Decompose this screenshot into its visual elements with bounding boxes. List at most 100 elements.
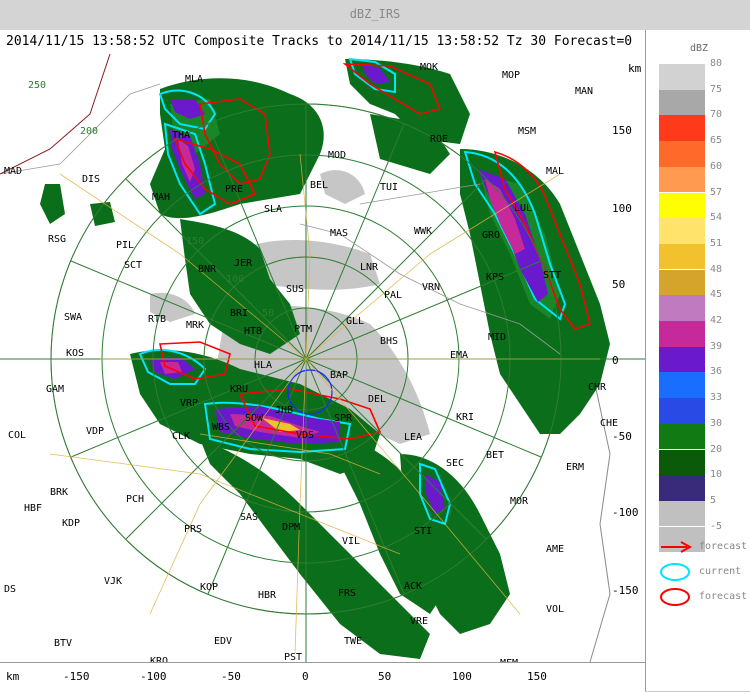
legend-bin-label: 33 <box>710 392 723 404</box>
legend-swatch <box>659 449 705 475</box>
radar-map[interactable]: MLA MOK MOP MAN THA ROE MSM MAD DIS MOD TUI BEL MAL S… <box>0 54 645 662</box>
legend-swatch <box>659 192 705 218</box>
station-label: KOS <box>66 348 84 359</box>
station-label: KDP <box>62 518 80 529</box>
station-label: CLK <box>172 431 190 442</box>
station-label: SEC <box>446 458 464 469</box>
station-label: VDS <box>296 430 314 441</box>
station-label: ERM <box>566 462 584 473</box>
station-label: HTB <box>244 326 262 337</box>
x-axis-bar: km -150 -100 -50 0 50 100 150 <box>0 662 645 692</box>
station-label: BHS <box>380 336 398 347</box>
y-tick-label: 100 <box>612 202 632 215</box>
forecast-arrow-icon <box>661 541 693 553</box>
y-tick-label: -150 <box>612 584 639 597</box>
station-label: MSM <box>518 126 536 137</box>
legend-bin-label: 48 <box>710 263 723 275</box>
station-label: GLL <box>346 316 364 327</box>
station-label: WWK <box>414 226 432 237</box>
station-label: MAD <box>4 166 22 177</box>
legend-bin-label: 70 <box>710 109 723 121</box>
legend-bin-label: 60 <box>710 160 723 172</box>
station-label: JER <box>234 258 253 269</box>
legend-bin-label: 54 <box>710 212 723 224</box>
legend-swatch <box>659 346 705 373</box>
station-label: SAS <box>240 512 258 523</box>
station-label: VOL <box>546 604 564 615</box>
legend-swatch <box>659 372 705 398</box>
station-label: SUS <box>286 284 304 295</box>
legend-bin-label: 42 <box>710 315 723 326</box>
station-label: VRN <box>422 282 440 293</box>
station-label: BNR <box>198 264 217 275</box>
ring-label: 100 <box>226 274 244 285</box>
x-unit-label: km <box>6 670 20 683</box>
station-label: CHE <box>600 418 618 429</box>
radar-header: 2014/11/15 13:58:52 UTC Composite Tracks… <box>0 30 645 55</box>
station-label: HLA <box>254 360 272 371</box>
station-label: PAL <box>384 290 402 301</box>
station-label: BEL <box>310 180 328 191</box>
station-label: BRK <box>50 487 68 498</box>
station-label: FRS <box>338 588 356 599</box>
station-label: ACK <box>404 581 422 592</box>
legend-swatch <box>659 423 705 450</box>
header-text: 2014/11/15 13:58:52 UTC Composite Tracks… <box>6 34 633 49</box>
legend-swatch <box>659 89 705 116</box>
y-tick-label: 50 <box>612 278 625 291</box>
x-tick-label: -50 <box>221 670 241 683</box>
station-label: STI <box>414 526 432 537</box>
x-tick-label: -100 <box>140 670 167 683</box>
ring-label: 200 <box>80 126 98 137</box>
station-label: DIS <box>82 174 100 185</box>
ring-label: 250 <box>28 80 46 91</box>
station-label: VDP <box>86 426 104 437</box>
legend-bin-label: 20 <box>710 443 723 455</box>
station-label: STT <box>543 270 561 281</box>
window-titlebar: dBZ_IRS <box>0 0 750 31</box>
y-tick-label: 0 <box>612 354 619 367</box>
station-label: MRK <box>186 320 204 331</box>
station-label: VJK <box>104 576 122 587</box>
station-label: SCT <box>124 260 142 271</box>
station-label: RTB <box>148 314 166 325</box>
legend-bin-label: 39 <box>710 340 723 352</box>
station-label: PRS <box>184 524 202 535</box>
station-label: VRP <box>180 398 198 409</box>
station-label: EDV <box>214 636 232 647</box>
station-label: HBR <box>258 590 277 601</box>
station-label: MAS <box>330 228 348 239</box>
legend-symbol-label: forecast <box>699 591 748 602</box>
station-label: LUL <box>514 203 532 214</box>
legend-symbol-label: current <box>699 566 742 577</box>
station-label: LEA <box>404 432 422 443</box>
x-tick-label: -150 <box>63 670 90 683</box>
station-label: KOP <box>200 582 218 593</box>
legend-swatch <box>659 115 705 141</box>
station-label: WBS <box>212 422 230 433</box>
station-label: VRE <box>410 616 428 627</box>
legend-bin-label: 65 <box>710 135 723 147</box>
ring-label: 50 <box>262 308 274 319</box>
storm-outline-icon <box>660 563 690 581</box>
legend-swatch <box>659 218 705 244</box>
legend-bin-label: -5 <box>710 520 723 532</box>
legend-swatch <box>659 321 705 347</box>
legend-bin-label: 10 <box>710 469 723 481</box>
station-label: MAH <box>152 192 170 203</box>
y-tick-label: -100 <box>612 506 639 519</box>
station-label: DS <box>4 584 16 595</box>
legend-swatch <box>659 166 705 193</box>
x-tick-label: 100 <box>452 670 472 683</box>
station-label: COL <box>8 430 26 441</box>
station-label: KPS <box>486 272 504 283</box>
storm-outline-icon <box>660 588 690 606</box>
station-label: EMA <box>450 350 468 361</box>
station-label: MLA <box>185 74 203 85</box>
station-label: GRO <box>482 230 500 241</box>
station-label: SWA <box>64 312 82 323</box>
station-label: PIL <box>116 240 134 251</box>
station-label: RSG <box>48 234 66 245</box>
legend-swatch <box>659 141 705 167</box>
station-label: BAP <box>330 370 348 381</box>
